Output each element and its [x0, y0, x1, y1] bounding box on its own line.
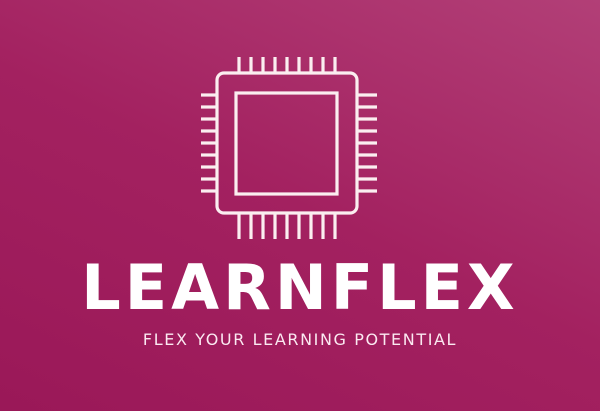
chip-core — [234, 91, 339, 196]
logo-lockup: LEARNFLEX FLEX YOUR LEARNING POTENTIAL — [0, 0, 600, 411]
brand-name: LEARNFLEX — [81, 251, 519, 324]
brand-tagline: FLEX YOUR LEARNING POTENTIAL — [142, 330, 458, 349]
